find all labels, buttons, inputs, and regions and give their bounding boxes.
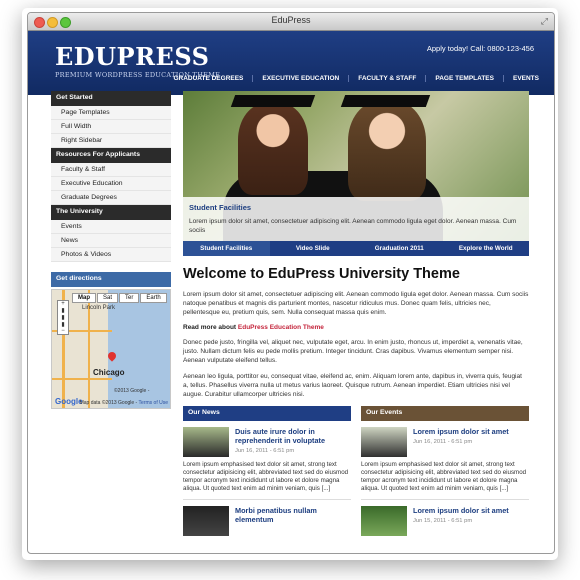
window-title: EduPress <box>271 15 311 25</box>
sidebar-heading: Get Started <box>51 91 171 106</box>
graduation-cap-icon <box>340 95 431 107</box>
nav-executive-education[interactable]: EXECUTIVE EDUCATION <box>252 75 348 82</box>
sidebar-item-graduate-degrees[interactable]: Graduate Degrees <box>51 191 171 205</box>
news-item-title[interactable]: Duis aute irure dolor in reprehenderit i… <box>235 427 351 445</box>
sidebar-heading: The University <box>51 205 171 220</box>
body-paragraph: Donec pede justo, fringilla vel, aliquet… <box>183 339 523 364</box>
read-more-line: Read more about EduPress Education Theme <box>183 324 529 331</box>
event-item-title[interactable]: Lorem ipsum dolor sit amet <box>413 427 509 436</box>
map-copyright: ©2013 Google - <box>114 388 150 394</box>
event-item-date: Jun 15, 2011 - 6:51 pm <box>413 518 473 524</box>
divider <box>183 499 351 500</box>
slider-tabs: Student Facilities Video Slide Graduatio… <box>183 241 529 256</box>
divider <box>361 499 529 500</box>
sidebar-item-full-width[interactable]: Full Width <box>51 120 171 134</box>
news-item: Duis aute irure dolor in reprehenderit i… <box>183 427 351 457</box>
fullscreen-icon[interactable]: ⤢ <box>541 16 548 27</box>
browser-window: EduPress ⤢ EDUPRESS PREMIUM WORDPRESS ED… <box>27 12 555 554</box>
news-item-date: Jun 16, 2011 - 6:51 pm <box>235 448 295 454</box>
map-zoom-control[interactable]: + ▮ ▮ ▮ − <box>57 300 69 335</box>
event-item: Lorem ipsum dolor sit amet Jun 16, 2011 … <box>361 427 529 457</box>
event-item-title[interactable]: Lorem ipsum dolor sit amet <box>413 506 509 515</box>
slider-tab-explore-world[interactable]: Explore the World <box>443 241 530 256</box>
map-type-tabs: Map Sat Ter Earth <box>72 293 168 303</box>
sidebar: Get Started Page Templates Full Width Ri… <box>51 91 171 409</box>
directions-map[interactable]: Map Sat Ter Earth + ▮ ▮ ▮ − Lincoln Park Chi… <box>51 289 171 409</box>
nav-page-templates[interactable]: PAGE TEMPLATES <box>425 75 503 82</box>
slider-tab-graduation-2011[interactable]: Graduation 2011 <box>356 241 443 256</box>
slider-photo-student <box>348 101 426 201</box>
event-item: Lorem ipsum dolor sit amet Jun 15, 2011 … <box>361 506 529 536</box>
site-header: EDUPRESS PREMIUM WORDPRESS EDUCATION THE… <box>28 31 554 98</box>
hero-slider[interactable]: Student Facilities Lorem ipsum dolor sit… <box>183 91 529 241</box>
sidebar-item-faculty-staff[interactable]: Faculty & Staff <box>51 163 171 177</box>
sidebar-item-news[interactable]: News <box>51 234 171 248</box>
graduation-cap-icon <box>230 95 316 107</box>
apply-phone-text: Apply today! Call: 0800-123-456 <box>426 44 534 53</box>
site-logo[interactable]: EDUPRESS <box>55 42 209 71</box>
events-heading: Our Events <box>361 406 529 421</box>
map-footer: Map data ©2013 Google - Terms of Use <box>80 400 168 406</box>
sidebar-heading: Resources For Applicants <box>51 148 171 163</box>
map-tab-map[interactable]: Map <box>72 293 96 303</box>
read-more-prefix: Read more about <box>183 324 237 331</box>
news-thumbnail[interactable] <box>183 427 229 457</box>
window-titlebar[interactable]: EduPress ⤢ <box>28 13 554 31</box>
main-content: Student Facilities Lorem ipsum dolor sit… <box>183 91 529 536</box>
news-heading: Our News <box>183 406 351 421</box>
sidebar-item-executive-education[interactable]: Executive Education <box>51 177 171 191</box>
slider-caption-text: Lorem ipsum dolor sit amet, consectetuer… <box>189 218 517 234</box>
event-item-text: Lorem ipsum emphasised text dolor sit am… <box>361 461 527 492</box>
sidebar-item-photos-videos[interactable]: Photos & Videos <box>51 248 171 262</box>
news-item: Morbi penatibus nullam elementum <box>183 506 351 536</box>
sidebar-item-events[interactable]: Events <box>51 220 171 234</box>
slider-photo-student <box>238 103 308 195</box>
page-title: Welcome to EduPress University Theme <box>183 266 460 282</box>
map-terms-link[interactable]: Terms of Use <box>139 400 168 406</box>
intro-paragraph: Lorem ipsum dolor sit amet, consectetuer… <box>183 291 529 316</box>
sidebar-item-page-templates[interactable]: Page Templates <box>51 106 171 120</box>
read-more-link[interactable]: EduPress Education Theme <box>238 324 324 331</box>
map-tab-earth[interactable]: Earth <box>140 293 167 303</box>
map-city-label: Chicago <box>93 368 125 377</box>
slider-caption: Student Facilities Lorem ipsum dolor sit… <box>183 197 529 241</box>
slider-tab-video-slide[interactable]: Video Slide <box>270 241 357 256</box>
news-events-columns: Our News Duis aute irure dolor in repreh… <box>183 406 529 536</box>
sidebar-item-right-sidebar[interactable]: Right Sidebar <box>51 134 171 148</box>
nav-graduate-degrees[interactable]: GRADUATE DEGREES <box>164 75 252 82</box>
event-thumbnail[interactable] <box>361 427 407 457</box>
map-road <box>52 378 112 380</box>
map-tab-ter[interactable]: Ter <box>119 293 140 303</box>
news-column: Our News Duis aute irure dolor in repreh… <box>183 406 351 536</box>
event-thumbnail[interactable] <box>361 506 407 536</box>
main-nav: GRADUATE DEGREES EXECUTIVE EDUCATION FAC… <box>164 75 548 82</box>
body-paragraph: Aenean leo ligula, porttitor eu, consequ… <box>183 373 522 398</box>
nav-faculty-staff[interactable]: FACULTY & STAFF <box>348 75 425 82</box>
map-heading: Get directions <box>51 272 171 287</box>
news-item-title[interactable]: Morbi penatibus nullam elementum <box>235 506 351 524</box>
event-item-date: Jun 16, 2011 - 6:51 pm <box>413 439 473 445</box>
news-thumbnail[interactable] <box>183 506 229 536</box>
news-item-text: Lorem ipsum emphasised text dolor sit am… <box>183 461 349 492</box>
map-tab-sat[interactable]: Sat <box>97 293 119 303</box>
map-label-lincoln-park: Lincoln Park <box>82 305 116 311</box>
slider-tab-student-facilities[interactable]: Student Facilities <box>183 241 270 256</box>
slider-caption-title: Student Facilities <box>189 203 252 212</box>
google-logo: Google <box>55 397 83 406</box>
map-data-text: Map data ©2013 Google - <box>79 400 138 406</box>
events-column: Our Events Lorem ipsum dolor sit amet Ju… <box>361 406 529 536</box>
nav-events[interactable]: EVENTS <box>502 75 548 82</box>
